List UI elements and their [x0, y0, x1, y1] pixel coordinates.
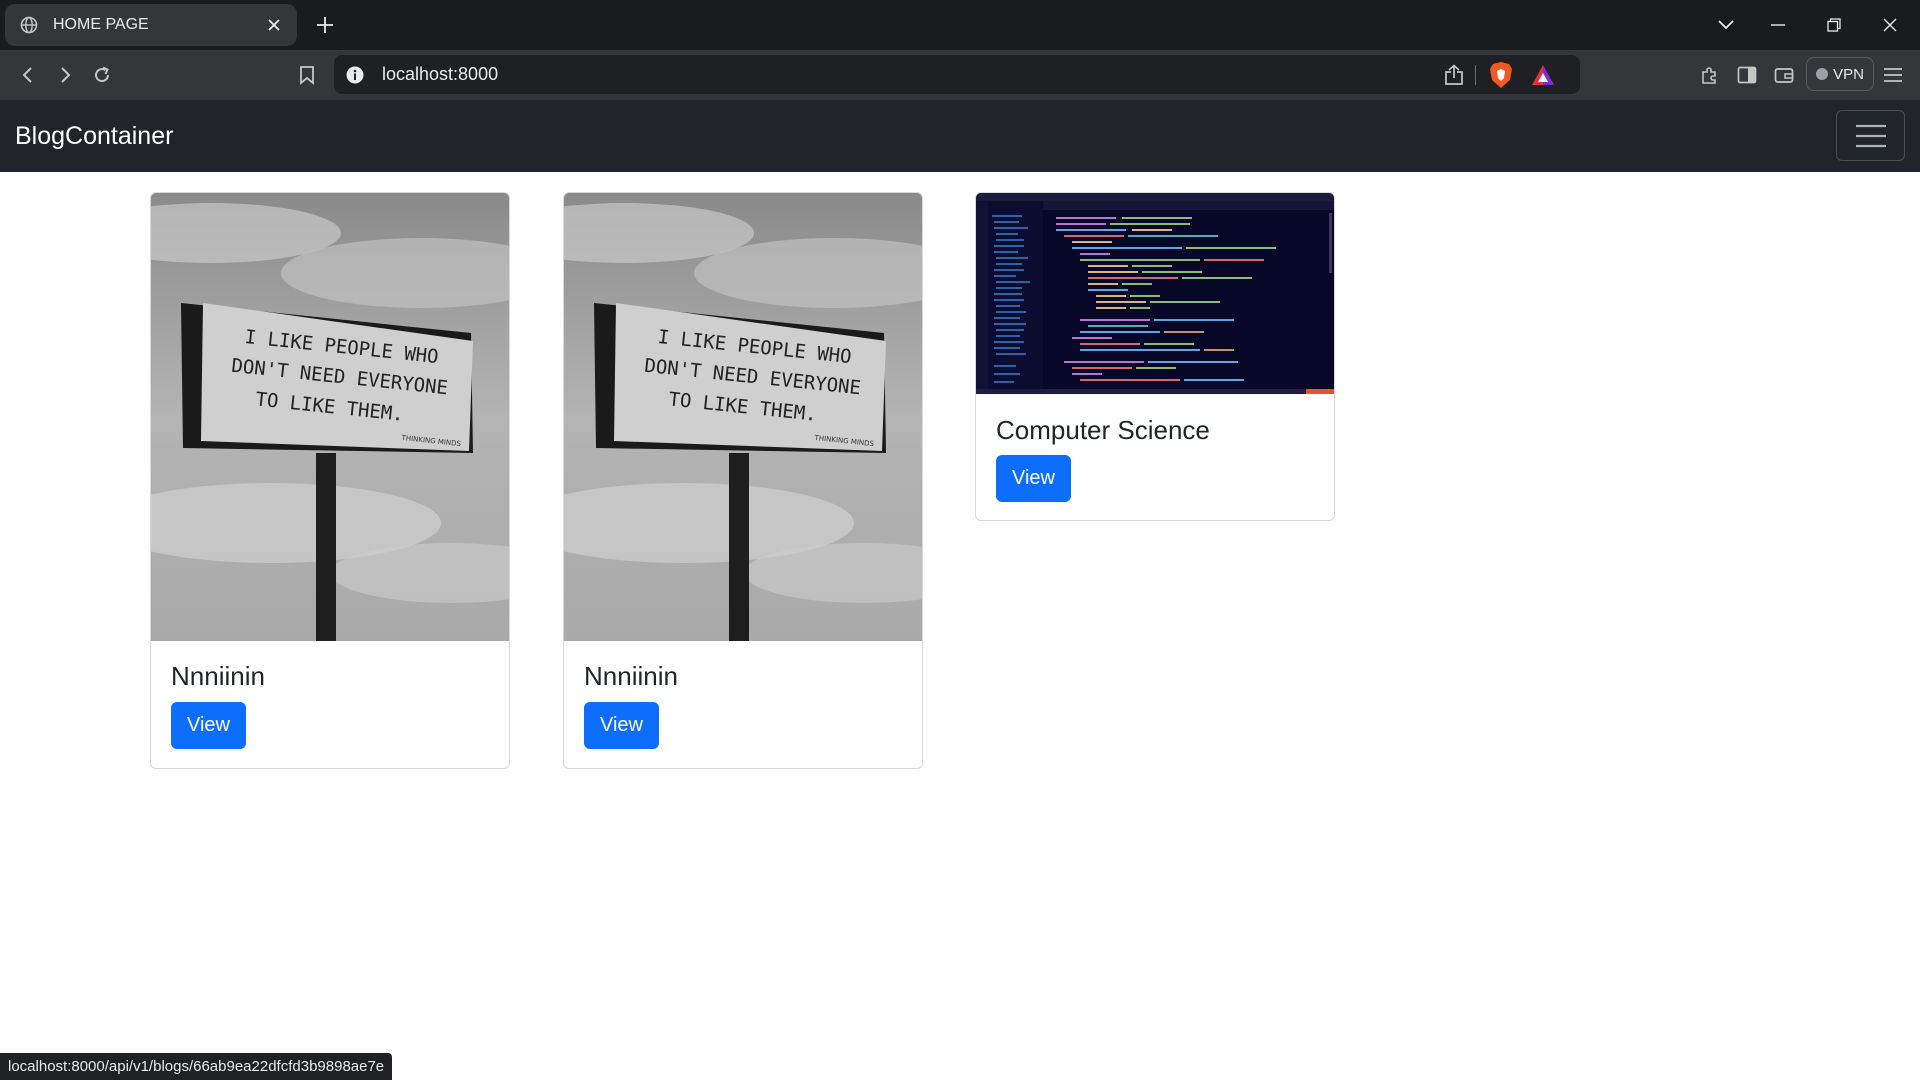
- restore-icon[interactable]: [1806, 0, 1862, 50]
- site-brand[interactable]: BlogContainer: [15, 100, 173, 172]
- sidebar-icon[interactable]: [1732, 60, 1762, 90]
- minimize-icon[interactable]: [1750, 0, 1806, 50]
- site-navbar: BlogContainer: [0, 100, 1920, 172]
- card-image: I LIKE PEOPLE WHO DON'T NEED EVERYONE TO…: [151, 193, 509, 641]
- brave-rewards-icon[interactable]: [1530, 63, 1556, 87]
- close-icon[interactable]: [263, 14, 285, 36]
- link-status-bar: localhost:8000/api/v1/blogs/66ab9ea22dfc…: [0, 1053, 393, 1080]
- brave-shield-icon[interactable]: [1488, 61, 1514, 89]
- chevron-down-icon[interactable]: [1698, 0, 1754, 50]
- view-button[interactable]: View: [584, 702, 659, 749]
- bookmark-icon[interactable]: [292, 60, 322, 90]
- card-title: Nnniinin: [171, 661, 265, 691]
- back-icon[interactable]: [13, 60, 43, 90]
- card-title: Computer Science: [996, 415, 1210, 445]
- card-title: Nnniinin: [584, 661, 678, 691]
- blog-card: I LIKE PEOPLE WHO DON'T NEED EVERYONE TO…: [150, 192, 510, 769]
- code-editor-screenshot: [976, 193, 1334, 394]
- address-separator: [1475, 65, 1476, 85]
- browser-tab[interactable]: HOME PAGE: [5, 4, 297, 46]
- address-text[interactable]: localhost:8000: [382, 55, 498, 94]
- menu-icon[interactable]: [1878, 60, 1908, 90]
- card-image: I LIKE PEOPLE WHO DON'T NEED EVERYONE TO…: [564, 193, 922, 641]
- card-image: [976, 193, 1334, 394]
- vpn-button[interactable]: VPN: [1806, 57, 1874, 91]
- forward-icon[interactable]: [50, 60, 80, 90]
- share-icon[interactable]: [1442, 63, 1466, 87]
- billboard-photo: I LIKE PEOPLE WHO DON'T NEED EVERYONE TO…: [151, 193, 509, 641]
- view-button[interactable]: View: [996, 455, 1071, 502]
- tab-title: HOME PAGE: [53, 16, 149, 33]
- view-button[interactable]: View: [171, 702, 246, 749]
- window-close-icon[interactable]: [1862, 0, 1918, 50]
- billboard-photo: I LIKE PEOPLE WHO DON'T NEED EVERYONE TO…: [564, 193, 922, 641]
- wallet-icon[interactable]: [1769, 60, 1799, 90]
- plus-icon[interactable]: [310, 10, 340, 40]
- extensions-icon[interactable]: [1695, 60, 1725, 90]
- reload-icon[interactable]: [87, 60, 117, 90]
- info-icon[interactable]: [344, 64, 366, 86]
- blog-card: I LIKE PEOPLE WHO DON'T NEED EVERYONE TO…: [563, 192, 923, 769]
- blog-card: Computer Science View: [975, 192, 1335, 521]
- vpn-status-icon: [1816, 68, 1829, 80]
- hamburger-icon: [1855, 124, 1886, 147]
- browser-tab-strip: HOME PAGE: [0, 0, 1920, 50]
- address-bar[interactable]: localhost:8000: [334, 55, 1580, 94]
- vpn-label: VPN: [1833, 65, 1864, 83]
- globe-icon: [19, 15, 39, 35]
- navbar-toggler-button[interactable]: [1836, 110, 1905, 161]
